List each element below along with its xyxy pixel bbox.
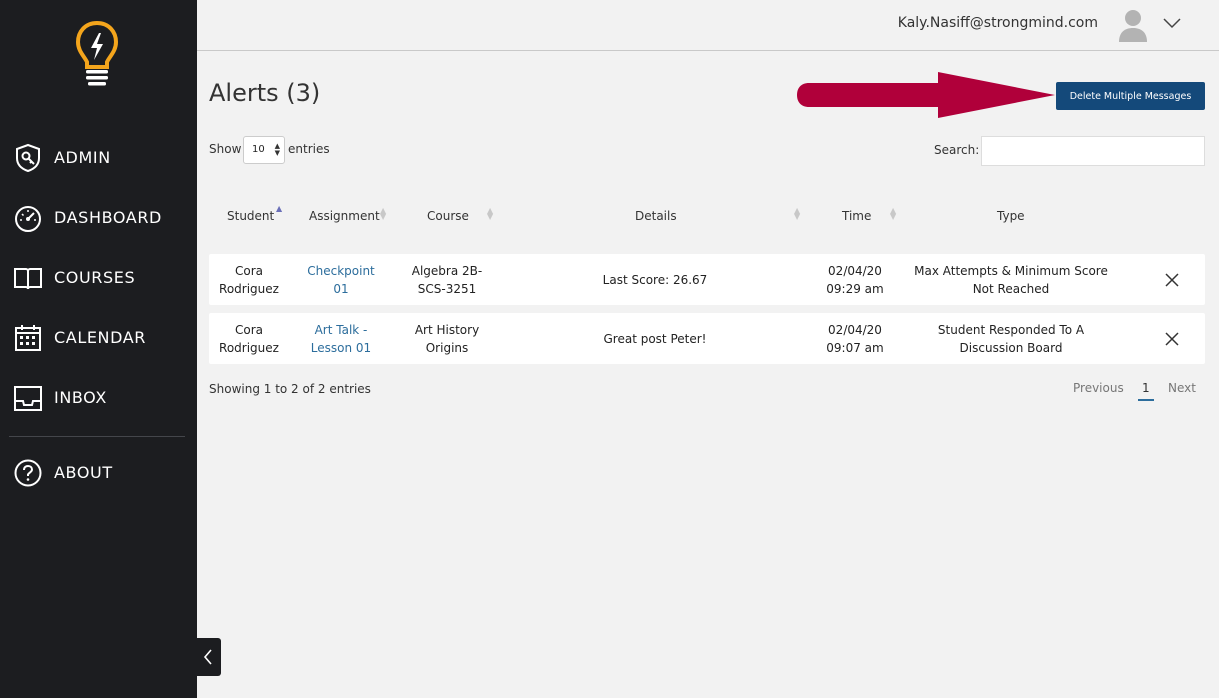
avatar[interactable] (1117, 8, 1149, 42)
close-icon[interactable] (1164, 272, 1180, 288)
page-1-button[interactable]: 1 (1138, 381, 1154, 401)
sidebar-item-about[interactable]: ABOUT (0, 453, 197, 493)
search-input[interactable] (981, 136, 1205, 166)
close-icon[interactable] (1164, 331, 1180, 347)
select-arrows-icon: ▲ ▼ (274, 142, 280, 157)
sort-icon[interactable]: ▲ ▼ (890, 207, 896, 221)
column-header-course[interactable]: Course (427, 209, 469, 223)
sidebar: ADMIN DASHBOARD COURSES CALENDAR INBOX A… (0, 0, 197, 698)
sidebar-item-calendar[interactable]: CALENDAR (0, 318, 197, 358)
assignment-link[interactable]: Art Talk - Lesson 01 (291, 321, 391, 357)
sidebar-item-label: ADMIN (54, 148, 111, 167)
chevron-left-icon (203, 649, 212, 665)
assignment-link[interactable]: Checkpoint 01 (291, 262, 391, 298)
entries-info: Showing 1 to 2 of 2 entries (209, 382, 371, 396)
sort-ascending-icon[interactable]: ▲ (276, 205, 282, 213)
student-cell: Cora Rodriguez (219, 264, 279, 296)
sort-icon[interactable]: ▲ ▼ (487, 207, 493, 221)
shield-key-icon (16, 143, 40, 173)
calendar-icon (15, 325, 41, 351)
user-email: Kaly.Nasiff@strongmind.com (897, 15, 1098, 31)
course-cell: Art History Origins (414, 323, 480, 355)
entries-select[interactable]: 10 ▲ ▼ (243, 136, 285, 164)
sidebar-item-admin[interactable]: ADMIN (0, 138, 197, 178)
search-label: Search: (934, 143, 980, 157)
table-row: Cora Rodriguez Checkpoint 01 Algebra 2B-… (209, 254, 1205, 305)
sidebar-divider (9, 436, 185, 437)
column-header-student[interactable]: Student (227, 209, 274, 223)
lightbulb-logo-icon[interactable] (74, 20, 120, 90)
entries-label: entries (288, 142, 330, 156)
student-cell: Cora Rodriguez (219, 323, 279, 355)
open-book-icon (14, 268, 42, 290)
column-header-assignment[interactable]: Assignment (309, 209, 380, 223)
sidebar-item-inbox[interactable]: INBOX (0, 378, 197, 418)
column-header-details[interactable]: Details (635, 209, 677, 223)
next-page-button[interactable]: Next (1168, 381, 1196, 395)
sidebar-item-dashboard[interactable]: DASHBOARD (0, 198, 197, 238)
delete-multiple-messages-button[interactable]: Delete Multiple Messages (1056, 82, 1205, 110)
course-cell: Algebra 2B- SCS-3251 (411, 264, 483, 296)
question-circle-icon (14, 459, 42, 487)
column-header-time[interactable]: Time (842, 209, 871, 223)
details-cell: Last Score: 26.67 (602, 273, 708, 287)
type-cell: Max Attempts & Minimum Score Not Reached (914, 264, 1108, 296)
collapse-sidebar-button[interactable] (197, 638, 221, 676)
sidebar-item-label: CALENDAR (54, 328, 147, 347)
sidebar-item-label: INBOX (54, 388, 107, 407)
annotation-arrow-icon (797, 72, 1055, 118)
sidebar-item-label: COURSES (54, 268, 136, 287)
column-header-type[interactable]: Type (997, 209, 1025, 223)
entries-select-value: 10 (252, 144, 265, 155)
sort-icon[interactable]: ▲ ▼ (380, 207, 386, 221)
time-cell: 02/04/20 09:29 am (826, 264, 884, 296)
previous-page-button[interactable]: Previous (1073, 381, 1124, 395)
inbox-tray-icon (14, 386, 42, 411)
show-label: Show (209, 142, 242, 156)
sort-icon[interactable]: ▲ ▼ (794, 207, 800, 221)
table-row: Cora Rodriguez Art Talk - Lesson 01 Art … (209, 313, 1205, 364)
time-cell: 02/04/20 09:07 am (826, 323, 884, 355)
type-cell: Student Responded To A Discussion Board (937, 323, 1085, 355)
sidebar-item-label: ABOUT (54, 463, 113, 482)
speedometer-icon (15, 206, 41, 232)
page-title: Alerts (3) (209, 79, 321, 107)
top-bar: Kaly.Nasiff@strongmind.com (197, 0, 1219, 51)
sidebar-item-courses[interactable]: COURSES (0, 258, 197, 298)
chevron-down-icon[interactable] (1163, 16, 1181, 30)
details-cell: Great post Peter! (603, 332, 707, 346)
sidebar-item-label: DASHBOARD (54, 208, 162, 227)
